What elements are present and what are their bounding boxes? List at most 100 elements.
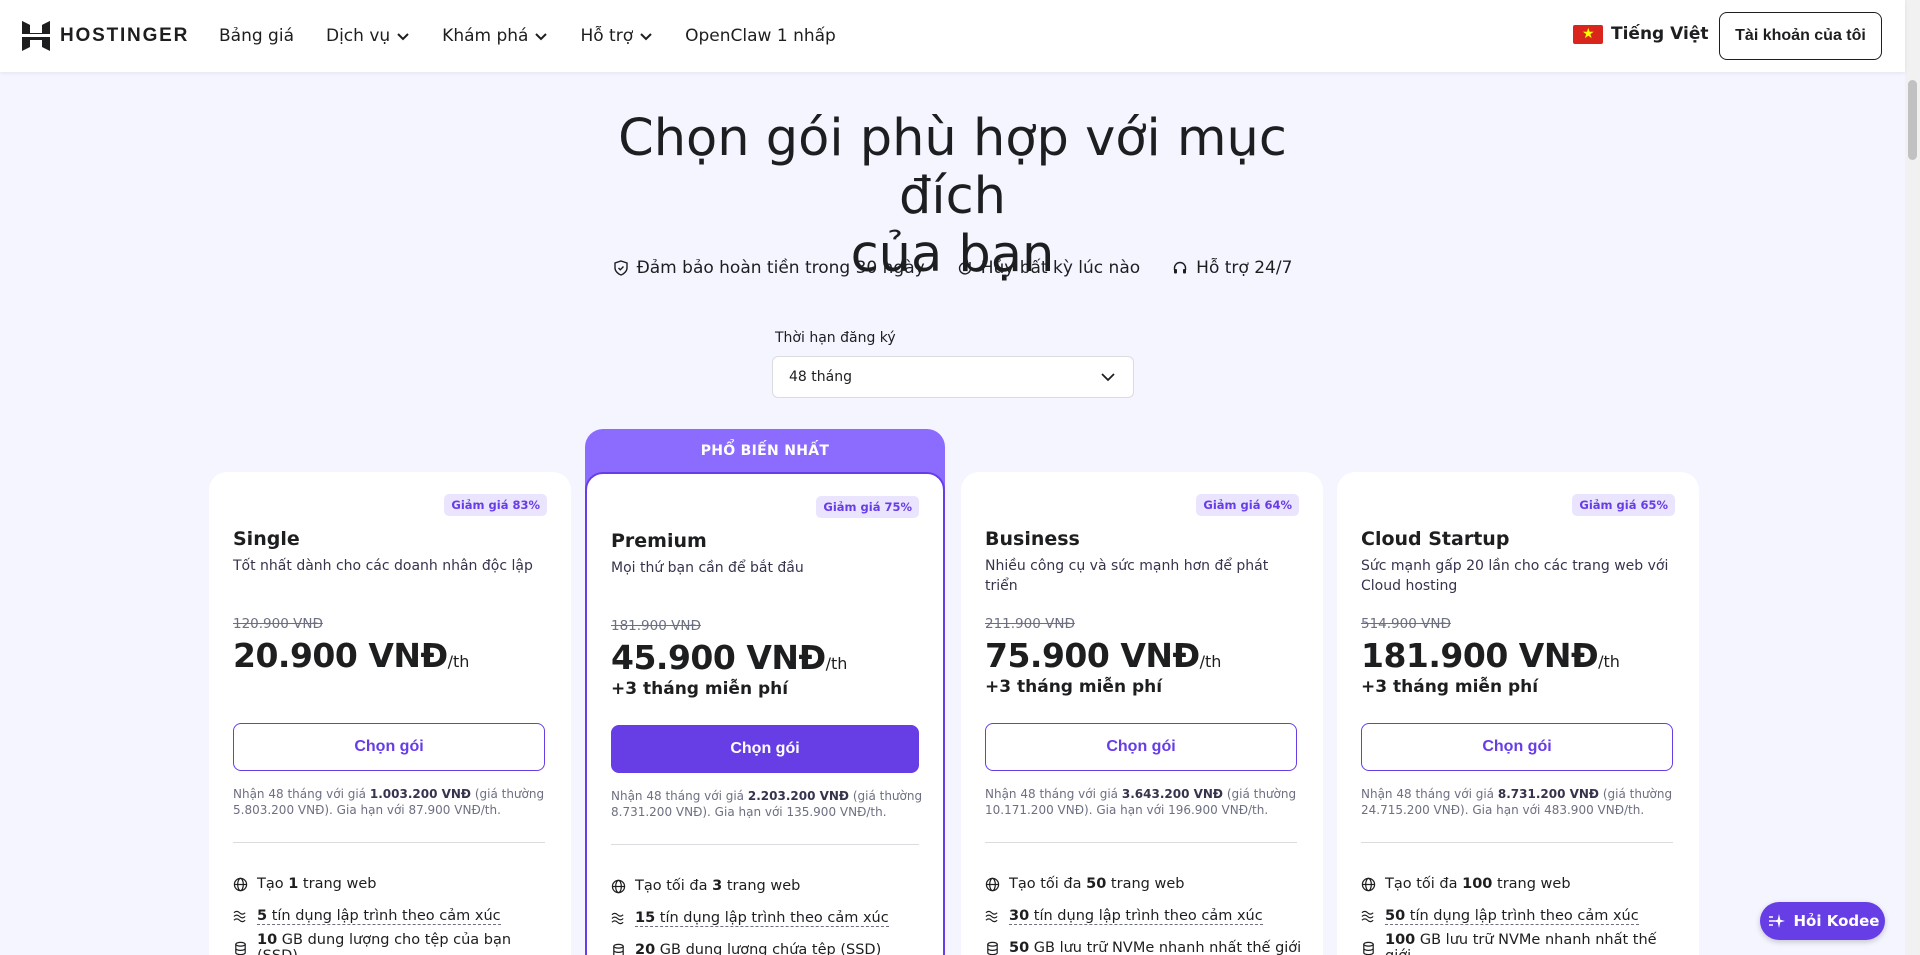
feature-text: 100 GB lưu trữ NVMe nhanh nhất thế giới — [1385, 932, 1657, 955]
renew-total: 8.731.200 VNĐ — [1497, 787, 1599, 801]
language-selector[interactable]: ★ Tiếng Việt — [1573, 24, 1708, 44]
ask-kodee-button[interactable]: Hỏi Kodee — [1760, 902, 1885, 940]
globe-icon — [1361, 877, 1376, 891]
plan-name: Business — [985, 528, 1080, 550]
feature-item: Tạo tối đa 100 trang web — [1361, 868, 1681, 900]
renew-total: 2.203.200 VNĐ — [747, 789, 849, 803]
choose-plan-button[interactable]: Chọn gói — [1361, 723, 1673, 771]
renewal-note: Nhận 48 tháng với giá 8.731.200 VNĐ (giá… — [1361, 786, 1681, 818]
nav-label: Khám phá — [442, 26, 529, 46]
price-value: 20.900 VNĐ — [233, 636, 448, 675]
bonus-months: +3 tháng miễn phí — [985, 677, 1163, 697]
plan-price: 20.900 VNĐ/th — [233, 636, 469, 675]
plan-name: Premium — [611, 530, 707, 552]
storage-icon — [613, 943, 624, 955]
feature-text: Tạo 1 trang web — [257, 876, 377, 892]
divider — [233, 842, 545, 843]
old-price: 120.900 VNĐ — [233, 616, 323, 632]
nav-item-support[interactable]: Hỗ trợ — [580, 26, 653, 46]
nav-item-explore[interactable]: Khám phá — [442, 26, 548, 46]
scrollbar-thumb[interactable] — [1908, 80, 1917, 160]
nav-label: Bảng giá — [219, 26, 294, 46]
nav-label: Dịch vụ — [325, 26, 391, 46]
nav-label: OpenClaw 1 nhấp — [685, 26, 836, 46]
page-scrollbar[interactable] — [1905, 0, 1920, 955]
renew-text: Nhận 48 tháng với giá — [233, 787, 370, 801]
discount-badge: Giảm giá 75% — [816, 496, 919, 518]
discount-badge: Giảm giá 83% — [444, 494, 547, 516]
headset-icon — [1173, 261, 1187, 274]
feature-item[interactable]: 5 tín dụng lập trình theo cảm xúc — [233, 900, 553, 932]
guarantee-money-back: Đảm bảo hoàn tiền trong 30 ngày — [613, 258, 925, 278]
plan-price: 181.900 VNĐ/th — [1361, 636, 1620, 675]
old-price: 181.900 VNĐ — [611, 618, 701, 634]
feature-text: 20 GB dung lượng chứa tệp (SSD) — [635, 942, 882, 955]
plan-card-premium: Giảm giá 75% Premium Mọi thứ bạn cần để … — [585, 472, 945, 955]
chevron-down-icon — [640, 33, 652, 41]
plan-card-cloud-startup: Giảm giá 65% Cloud Startup Sức mạnh gấp … — [1337, 472, 1699, 955]
feature-text: 10 GB dung lượng cho tệp của bạn (SSD) — [257, 932, 512, 955]
plan-card-business: Giảm giá 64% Business Nhiều công cụ và s… — [961, 472, 1323, 955]
chat-label: Hỏi Kodee — [1793, 912, 1880, 930]
guarantee-label: Hỗ trợ 24/7 — [1196, 258, 1293, 278]
feature-text: 50 GB lưu trữ NVMe nhanh nhất thế giới — [1009, 940, 1302, 955]
price-period: /th — [1199, 652, 1222, 671]
feature-item: 50 GB lưu trữ NVMe nhanh nhất thế giới — [985, 932, 1305, 955]
vietnam-flag-icon: ★ — [1573, 24, 1603, 44]
refresh-icon — [958, 262, 971, 275]
feature-item[interactable]: 30 tín dụng lập trình theo cảm xúc — [985, 900, 1305, 932]
renew-text: Nhận 48 tháng với giá — [611, 789, 748, 803]
discount-badge: Giảm giá 65% — [1572, 494, 1675, 516]
plan-description: Tốt nhất dành cho các doanh nhân độc lập — [233, 558, 533, 574]
feature-list: Tạo tối đa 3 trang web 15 tín dụng lập t… — [611, 870, 931, 955]
renewal-note: Nhận 48 tháng với giá 3.643.200 VNĐ (giá… — [985, 786, 1305, 818]
period-label: Thời hạn đăng ký — [775, 330, 896, 346]
feature-item[interactable]: 15 tín dụng lập trình theo cảm xúc — [611, 902, 931, 934]
guarantee-cancel: Hủy bất kỳ lúc nào — [957, 258, 1140, 278]
price-value: 181.900 VNĐ — [1361, 636, 1599, 675]
kodee-sparkle-icon — [1768, 914, 1785, 928]
divider — [985, 842, 1297, 843]
renew-text: Nhận 48 tháng với giá — [985, 787, 1122, 801]
feature-text: 50 tín dụng lập trình theo cảm xúc — [1385, 907, 1639, 925]
globe-icon — [233, 877, 248, 891]
nav-item-pricing[interactable]: Bảng giá — [219, 26, 294, 46]
language-label: Tiếng Việt — [1611, 24, 1709, 44]
old-price: 211.900 VNĐ — [985, 616, 1075, 632]
plan-description: Mọi thứ bạn cần để bắt đầu — [611, 560, 804, 576]
guarantee-label: Đảm bảo hoàn tiền trong 30 ngày — [636, 258, 925, 278]
storage-icon — [1363, 941, 1374, 955]
feature-text: Tạo tối đa 50 trang web — [1009, 876, 1185, 892]
price-period: /th — [447, 652, 470, 671]
feature-item: 10 GB dung lượng cho tệp của bạn (SSD) — [233, 932, 553, 955]
choose-plan-button[interactable]: Chọn gói — [233, 723, 545, 771]
renewal-note: Nhận 48 tháng với giá 1.003.200 VNĐ (giá… — [233, 786, 553, 818]
choose-plan-button[interactable]: Chọn gói — [985, 723, 1297, 771]
nav-item-openclaw[interactable]: OpenClaw 1 nhấp — [685, 26, 836, 46]
chevron-down-icon — [1101, 373, 1115, 382]
hostinger-logo[interactable]: HOSTINGER — [22, 21, 189, 51]
price-value: 75.900 VNĐ — [985, 636, 1200, 675]
feature-item: 20 GB dung lượng chứa tệp (SSD) — [611, 934, 931, 955]
guarantee-label: Hủy bất kỳ lúc nào — [980, 258, 1141, 278]
feature-text: 5 tín dụng lập trình theo cảm xúc — [257, 907, 501, 925]
globe-icon — [985, 877, 1000, 891]
choose-plan-button[interactable]: Chọn gói — [611, 725, 919, 773]
feature-text: 15 tín dụng lập trình theo cảm xúc — [635, 909, 889, 927]
my-account-button[interactable]: Tài khoản của tôi — [1719, 12, 1882, 60]
plan-description: Sức mạnh gấp 20 lần cho các trang web vớ… — [1361, 558, 1669, 594]
storage-icon — [235, 941, 246, 955]
nav-label: Hỗ trợ — [580, 26, 634, 46]
hostinger-logo-icon — [22, 21, 50, 51]
guarantees-row: Đảm bảo hoàn tiền trong 30 ngày Hủy bất … — [600, 258, 1305, 278]
feature-item: Tạo tối đa 50 trang web — [985, 868, 1305, 900]
period-dropdown[interactable]: 48 tháng — [772, 356, 1134, 398]
feature-text: Tạo tối đa 3 trang web — [635, 878, 801, 894]
price-period: /th — [1598, 652, 1620, 671]
divider — [611, 844, 919, 845]
nav-item-services[interactable]: Dịch vụ — [326, 26, 410, 46]
plan-price: 75.900 VNĐ/th — [985, 636, 1221, 675]
price-value: 45.900 VNĐ — [611, 638, 826, 677]
feature-item[interactable]: 50 tín dụng lập trình theo cảm xúc — [1361, 900, 1681, 932]
bonus-months: +3 tháng miễn phí — [611, 679, 789, 699]
